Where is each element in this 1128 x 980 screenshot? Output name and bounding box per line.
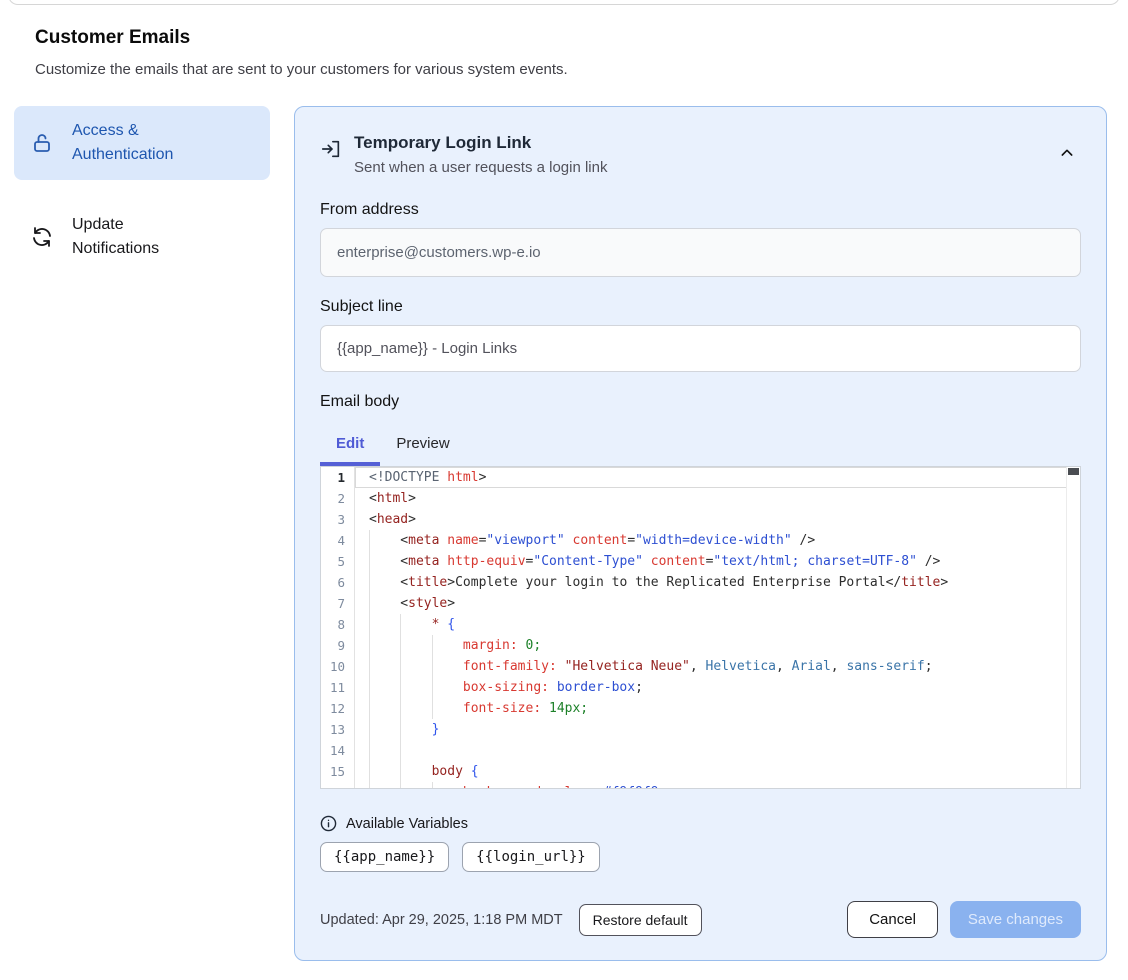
code-line-content: } bbox=[355, 719, 1080, 740]
code-line-content: margin: 0; bbox=[355, 635, 1080, 656]
page-title: Customer Emails bbox=[35, 27, 1128, 49]
line-number: 13 bbox=[321, 719, 355, 740]
code-line-content: font-family: "Helvetica Neue", Helvetica… bbox=[355, 656, 1080, 677]
line-number: 7 bbox=[321, 593, 355, 614]
line-number: 9 bbox=[321, 635, 355, 656]
line-number: 5 bbox=[321, 551, 355, 572]
code-line-content bbox=[355, 740, 1080, 761]
refresh-icon bbox=[30, 225, 54, 249]
code-line-content: body { bbox=[355, 761, 1080, 782]
code-editor[interactable]: 1<!DOCTYPE html>2<html>3<head>4<meta nam… bbox=[320, 466, 1081, 789]
code-line-content: <html> bbox=[355, 488, 1080, 509]
code-line: 15body { bbox=[321, 761, 1080, 782]
email-settings-card: Temporary Login Link Sent when a user re… bbox=[294, 106, 1107, 961]
cancel-button[interactable]: Cancel bbox=[847, 901, 938, 938]
code-line: 6<title>Complete your login to the Repli… bbox=[321, 572, 1080, 593]
line-number: 4 bbox=[321, 530, 355, 551]
info-icon bbox=[320, 815, 337, 832]
tab-preview[interactable]: Preview bbox=[380, 427, 465, 466]
page-subtitle: Customize the emails that are sent to yo… bbox=[35, 61, 1128, 78]
line-number: 3 bbox=[321, 509, 355, 530]
code-line-content: font-size: 14px; bbox=[355, 698, 1080, 719]
code-line: 8* { bbox=[321, 614, 1080, 635]
code-line: 2<html> bbox=[321, 488, 1080, 509]
from-address-input[interactable] bbox=[320, 228, 1081, 277]
lock-icon bbox=[30, 131, 54, 155]
sidebar: Access & Authentication Update Notificat… bbox=[14, 106, 270, 274]
code-line: 14 bbox=[321, 740, 1080, 761]
updated-timestamp: Updated: Apr 29, 2025, 1:18 PM MDT bbox=[320, 912, 563, 928]
subject-line-label: Subject line bbox=[320, 298, 1081, 316]
restore-default-button[interactable]: Restore default bbox=[579, 904, 702, 936]
code-line: 7<style> bbox=[321, 593, 1080, 614]
code-line-content: * { bbox=[355, 614, 1080, 635]
code-line-content: <meta name="viewport" content="width=dev… bbox=[355, 530, 1080, 551]
code-line: 3<head> bbox=[321, 509, 1080, 530]
email-body-label: Email body bbox=[320, 393, 1081, 411]
code-line: 10font-family: "Helvetica Neue", Helveti… bbox=[321, 656, 1080, 677]
code-editor-lines: 1<!DOCTYPE html>2<html>3<head>4<meta nam… bbox=[321, 467, 1080, 789]
code-line: 16background-color: #f9f9f9; bbox=[321, 782, 1080, 789]
code-line: 13} bbox=[321, 719, 1080, 740]
previous-card-edge bbox=[8, 0, 1120, 5]
card-title: Temporary Login Link bbox=[354, 133, 607, 153]
code-line-content: box-sizing: border-box; bbox=[355, 677, 1080, 698]
code-line: 5<meta http-equiv="Content-Type" content… bbox=[321, 551, 1080, 572]
email-body-tabs: Edit Preview bbox=[320, 427, 1081, 466]
line-number: 11 bbox=[321, 677, 355, 698]
line-number: 2 bbox=[321, 488, 355, 509]
code-line-content: <title>Complete your login to the Replic… bbox=[355, 572, 1080, 593]
code-line-content: <style> bbox=[355, 593, 1080, 614]
code-line: 4<meta name="viewport" content="width=de… bbox=[321, 530, 1080, 551]
code-line: 12font-size: 14px; bbox=[321, 698, 1080, 719]
code-line-content: <!DOCTYPE html> bbox=[355, 467, 1080, 488]
save-changes-button[interactable]: Save changes bbox=[950, 901, 1081, 938]
variable-chips: {{app_name}} {{login_url}} bbox=[320, 842, 1081, 872]
code-line-content: background-color: #f9f9f9; bbox=[355, 782, 1080, 789]
subject-line-input[interactable] bbox=[320, 325, 1081, 372]
collapse-button[interactable] bbox=[1053, 139, 1081, 170]
code-line: 9margin: 0; bbox=[321, 635, 1080, 656]
chevron-up-icon bbox=[1059, 149, 1075, 164]
variable-chip-login-url[interactable]: {{login_url}} bbox=[462, 842, 600, 872]
sidebar-item-access-authentication[interactable]: Access & Authentication bbox=[14, 106, 270, 180]
login-icon bbox=[320, 138, 342, 165]
code-line-content: <head> bbox=[355, 509, 1080, 530]
available-variables-label: Available Variables bbox=[346, 816, 468, 832]
line-number: 15 bbox=[321, 761, 355, 782]
line-number: 8 bbox=[321, 614, 355, 635]
card-header-text: Temporary Login Link Sent when a user re… bbox=[354, 133, 607, 176]
editor-scrollbar[interactable] bbox=[1066, 467, 1080, 788]
line-number: 1 bbox=[321, 467, 355, 488]
sidebar-item-label: Update Notifications bbox=[72, 213, 212, 261]
card-header: Temporary Login Link Sent when a user re… bbox=[320, 133, 1081, 176]
sidebar-item-update-notifications[interactable]: Update Notifications bbox=[14, 200, 270, 274]
line-number: 12 bbox=[321, 698, 355, 719]
available-variables-row: Available Variables bbox=[320, 815, 1081, 832]
code-line-content: <meta http-equiv="Content-Type" content=… bbox=[355, 551, 1080, 572]
content-layout: Access & Authentication Update Notificat… bbox=[14, 106, 1107, 961]
line-number: 14 bbox=[321, 740, 355, 761]
code-line: 1<!DOCTYPE html> bbox=[321, 467, 1080, 488]
card-subtitle: Sent when a user requests a login link bbox=[354, 159, 607, 176]
sidebar-item-label: Access & Authentication bbox=[72, 119, 212, 167]
variable-chip-app-name[interactable]: {{app_name}} bbox=[320, 842, 449, 872]
line-number: 16 bbox=[321, 782, 355, 789]
line-number: 6 bbox=[321, 572, 355, 593]
code-line: 11box-sizing: border-box; bbox=[321, 677, 1080, 698]
tab-edit[interactable]: Edit bbox=[320, 427, 380, 466]
line-number: 10 bbox=[321, 656, 355, 677]
editor-scrollbar-thumb[interactable] bbox=[1068, 468, 1079, 475]
from-address-label: From address bbox=[320, 201, 1081, 219]
card-footer: Updated: Apr 29, 2025, 1:18 PM MDT Resto… bbox=[320, 901, 1081, 938]
